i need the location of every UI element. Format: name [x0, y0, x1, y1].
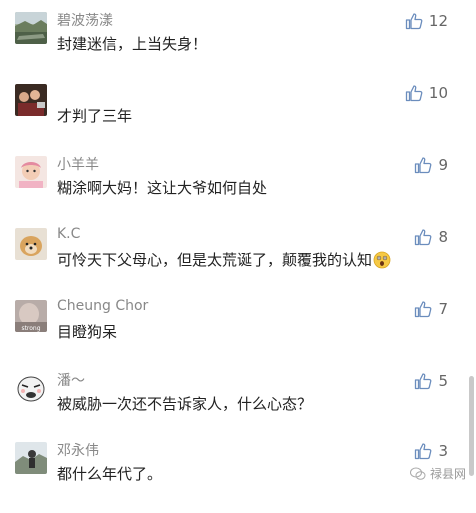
comment-username[interactable]: 小羊羊 [57, 154, 99, 174]
like-button[interactable]: 3 [414, 441, 448, 461]
like-button[interactable]: 5 [414, 371, 448, 391]
avatar[interactable]: strong [15, 300, 47, 332]
comment-username[interactable]: K.C [57, 226, 80, 242]
like-button[interactable]: 9 [414, 155, 448, 175]
like-count: 3 [438, 442, 448, 460]
like-count: 10 [428, 84, 448, 102]
comment-username[interactable]: 邓永伟 [57, 440, 99, 460]
thumbs-up-icon [415, 301, 432, 318]
comment-item: 邓永伟 都什么年代了。 3 [0, 442, 466, 513]
like-button[interactable]: 8 [414, 227, 448, 247]
comment-text: 都什么年代了。 [57, 465, 163, 483]
thumbs-up-icon [415, 229, 432, 246]
avatar[interactable] [15, 372, 47, 404]
avatar[interactable] [15, 12, 47, 44]
like-button[interactable]: 12 [405, 11, 448, 31]
watermark: 禄县网 [409, 465, 466, 482]
like-count: 12 [428, 12, 448, 30]
scrollbar-thumb[interactable] [469, 376, 474, 476]
comment-item: 小羊羊 糊涂啊大妈！这让大爷如何自处 9 [0, 156, 466, 227]
comment-text: 目瞪狗呆 [57, 323, 118, 341]
avatar[interactable] [15, 228, 47, 260]
like-count: 5 [438, 372, 448, 390]
like-count: 8 [438, 228, 448, 246]
svg-text:strong: strong [21, 325, 40, 332]
watermark-text: 禄县网 [429, 467, 466, 481]
comment-text: 被威胁一次还不告诉家人，什么心态？ [57, 395, 313, 413]
thumbs-up-icon [415, 157, 432, 174]
wechat-logo-icon [409, 467, 426, 480]
comment-item: 碧波荡漾 封建迷信，上当失身！ 12 [0, 12, 466, 83]
avatar[interactable] [15, 156, 47, 188]
comment-text: 可怜天下父母心，但是太荒诞了，颠覆我的认知 [57, 249, 391, 270]
comment-text: 封建迷信，上当失身！ [57, 35, 208, 53]
thumbs-up-icon [405, 85, 423, 102]
comment-username[interactable]: Cheung Chor [57, 298, 148, 314]
like-count: 9 [438, 156, 448, 174]
comment-username[interactable]: 碧波荡漾 [57, 10, 113, 30]
avatar[interactable] [15, 84, 47, 116]
like-button[interactable]: 7 [414, 299, 448, 319]
comment-text: 糊涂啊大妈！这让大爷如何自处 [57, 179, 268, 197]
thumbs-up-icon [415, 373, 432, 390]
comment-username[interactable]: 潘～ [57, 370, 85, 390]
thumbs-up-icon [405, 13, 423, 30]
thumbs-up-icon [415, 443, 432, 460]
shocked-emoji-icon [373, 251, 391, 269]
like-count: 7 [438, 300, 448, 318]
comment-item: 潘～ 被威胁一次还不告诉家人，什么心态？ 5 [0, 372, 466, 443]
comment-text: 才判了三年 [57, 107, 133, 125]
avatar[interactable] [15, 442, 47, 474]
comment-item: 才判了三年 10 [0, 84, 466, 155]
comment-item: strong Cheung Chor 目瞪狗呆 7 [0, 298, 466, 371]
like-button[interactable]: 10 [405, 83, 448, 103]
comment-item: K.C 可怜天下父母心，但是太荒诞了，颠覆我的认知 8 [0, 226, 466, 299]
